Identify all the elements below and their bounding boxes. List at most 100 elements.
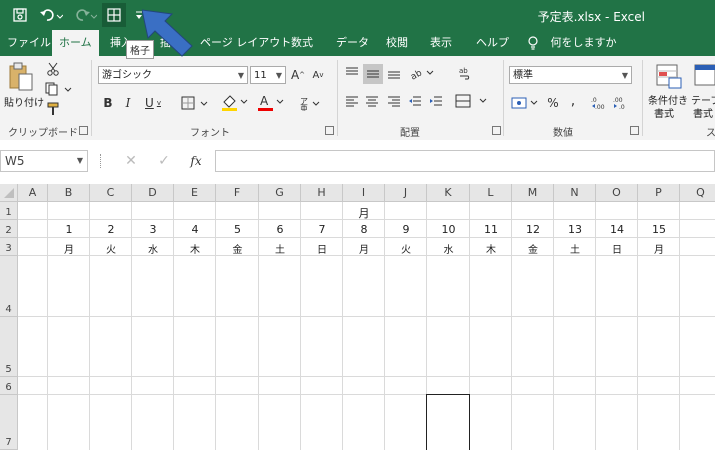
row-header-1[interactable]: 1 <box>0 202 18 220</box>
align-right-icon[interactable] <box>385 92 403 110</box>
align-bottom-icon[interactable] <box>385 64 403 82</box>
row-header-5[interactable]: 5 <box>0 317 18 377</box>
tab-formulas[interactable]: 数式 <box>291 30 313 56</box>
merge-center-icon[interactable] <box>454 92 488 110</box>
row-header-4[interactable]: 4 <box>0 256 18 317</box>
day-number-cell[interactable]: 13 <box>554 223 596 239</box>
column-header-o[interactable]: O <box>596 184 638 202</box>
day-number-cell[interactable]: 3 <box>132 223 174 239</box>
weekday-cell[interactable]: 火 <box>90 241 132 257</box>
tell-me-search[interactable]: 何をしますか <box>527 30 617 56</box>
column-header-c[interactable]: C <box>90 184 132 202</box>
row-header-7[interactable]: 7 <box>0 395 18 450</box>
formula-input[interactable] <box>215 150 715 172</box>
number-format-combo[interactable]: 標準 ▼ <box>509 66 632 84</box>
paste-label[interactable]: 貼り付け <box>4 94 44 109</box>
number-launcher-icon[interactable] <box>630 126 639 135</box>
column-header-m[interactable]: M <box>512 184 554 202</box>
increase-decimal-icon[interactable]: .0.00 <box>590 94 608 112</box>
row-header-6[interactable]: 6 <box>0 377 18 395</box>
align-center-icon[interactable] <box>363 92 381 110</box>
tab-view[interactable]: 表示 <box>430 30 452 56</box>
copy-icon[interactable] <box>44 80 74 98</box>
select-all-corner[interactable] <box>0 184 18 202</box>
weekday-cell[interactable]: 月 <box>48 241 90 257</box>
column-header-g[interactable]: G <box>259 184 301 202</box>
save-icon[interactable] <box>10 6 30 24</box>
day-number-cell[interactable]: 10 <box>427 223 470 239</box>
column-header-k[interactable]: K <box>427 184 470 202</box>
bordered-cell[interactable] <box>426 394 470 450</box>
column-header-i[interactable]: I <box>343 184 385 202</box>
day-number-cell[interactable]: 4 <box>174 223 216 239</box>
underline-icon[interactable]: Uv <box>140 94 166 112</box>
format-as-table-icon[interactable] <box>693 62 715 90</box>
cancel-entry-icon[interactable]: ✕ <box>122 152 140 170</box>
tab-home[interactable]: ホーム <box>52 30 99 56</box>
conditional-formatting-icon[interactable] <box>655 62 683 90</box>
day-number-cell[interactable]: 15 <box>638 223 680 239</box>
day-number-cell[interactable]: 11 <box>470 223 512 239</box>
column-header-a[interactable]: A <box>18 184 48 202</box>
weekday-cell[interactable]: 火 <box>385 241 427 257</box>
insert-function-icon[interactable]: fx <box>186 152 206 170</box>
month-title-cell[interactable]: 月 <box>48 205 680 221</box>
align-top-icon[interactable] <box>343 64 361 82</box>
weekday-cell[interactable]: 土 <box>554 241 596 257</box>
day-number-cell[interactable]: 12 <box>512 223 554 239</box>
clipboard-launcher-icon[interactable] <box>79 126 88 135</box>
align-middle-icon[interactable] <box>363 64 383 84</box>
grid-borders-icon[interactable] <box>102 3 126 27</box>
column-header-q[interactable]: Q <box>680 184 715 202</box>
weekday-cell[interactable]: 月 <box>638 241 680 257</box>
alignment-launcher-icon[interactable] <box>492 126 501 135</box>
column-header-f[interactable]: F <box>216 184 259 202</box>
redo-icon[interactable] <box>72 6 98 24</box>
weekday-cell[interactable]: 日 <box>301 241 343 257</box>
weekday-cell[interactable]: 金 <box>512 241 554 257</box>
format-painter-icon[interactable] <box>44 100 62 118</box>
fill-color-icon[interactable] <box>220 92 250 112</box>
tab-review[interactable]: 校閲 <box>386 30 408 56</box>
tab-page-layout[interactable]: ページ レイアウト <box>200 30 291 56</box>
column-header-h[interactable]: H <box>301 184 343 202</box>
phonetic-icon[interactable]: ア亜 <box>298 94 324 112</box>
increase-indent-icon[interactable] <box>427 92 445 110</box>
tab-data[interactable]: データ <box>336 30 369 56</box>
column-header-n[interactable]: N <box>554 184 596 202</box>
row-header-3[interactable]: 3 <box>0 238 18 256</box>
weekday-cell[interactable]: 金 <box>216 241 259 257</box>
font-color-icon[interactable]: A <box>256 92 286 112</box>
cut-icon[interactable] <box>44 60 62 78</box>
orientation-icon[interactable]: ab <box>408 64 436 82</box>
border-icon[interactable] <box>180 94 210 112</box>
decrease-decimal-icon[interactable]: .00.0 <box>612 94 630 112</box>
increase-font-icon[interactable]: A ^ <box>290 66 306 84</box>
tab-help[interactable]: ヘルプ <box>476 30 509 56</box>
day-number-cell[interactable]: 14 <box>596 223 638 239</box>
currency-icon[interactable] <box>510 94 540 112</box>
day-number-cell[interactable]: 1 <box>48 223 90 239</box>
column-header-l[interactable]: L <box>470 184 512 202</box>
bold-icon[interactable]: B <box>100 94 116 112</box>
day-number-cell[interactable]: 9 <box>385 223 427 239</box>
weekday-cell[interactable]: 月 <box>343 241 385 257</box>
column-header-d[interactable]: D <box>132 184 174 202</box>
percent-icon[interactable]: % <box>545 94 561 112</box>
row-header-2[interactable]: 2 <box>0 220 18 238</box>
font-name-combo[interactable]: 游ゴシック ▼ <box>98 66 248 84</box>
paste-icon[interactable] <box>6 62 36 92</box>
decrease-font-icon[interactable]: Av <box>310 66 326 84</box>
day-number-cell[interactable]: 8 <box>343 223 385 239</box>
weekday-cell[interactable]: 木 <box>470 241 512 257</box>
align-left-icon[interactable] <box>343 92 361 110</box>
column-header-b[interactable]: B <box>48 184 90 202</box>
name-box[interactable]: W5 ▼ <box>0 150 88 172</box>
wrap-text-icon[interactable]: ab <box>456 64 474 82</box>
column-header-e[interactable]: E <box>174 184 216 202</box>
day-number-cell[interactable]: 5 <box>216 223 259 239</box>
tab-file[interactable]: ファイル <box>7 30 51 56</box>
day-number-cell[interactable]: 7 <box>301 223 343 239</box>
weekday-cell[interactable]: 水 <box>132 241 174 257</box>
day-number-cell[interactable]: 6 <box>259 223 301 239</box>
